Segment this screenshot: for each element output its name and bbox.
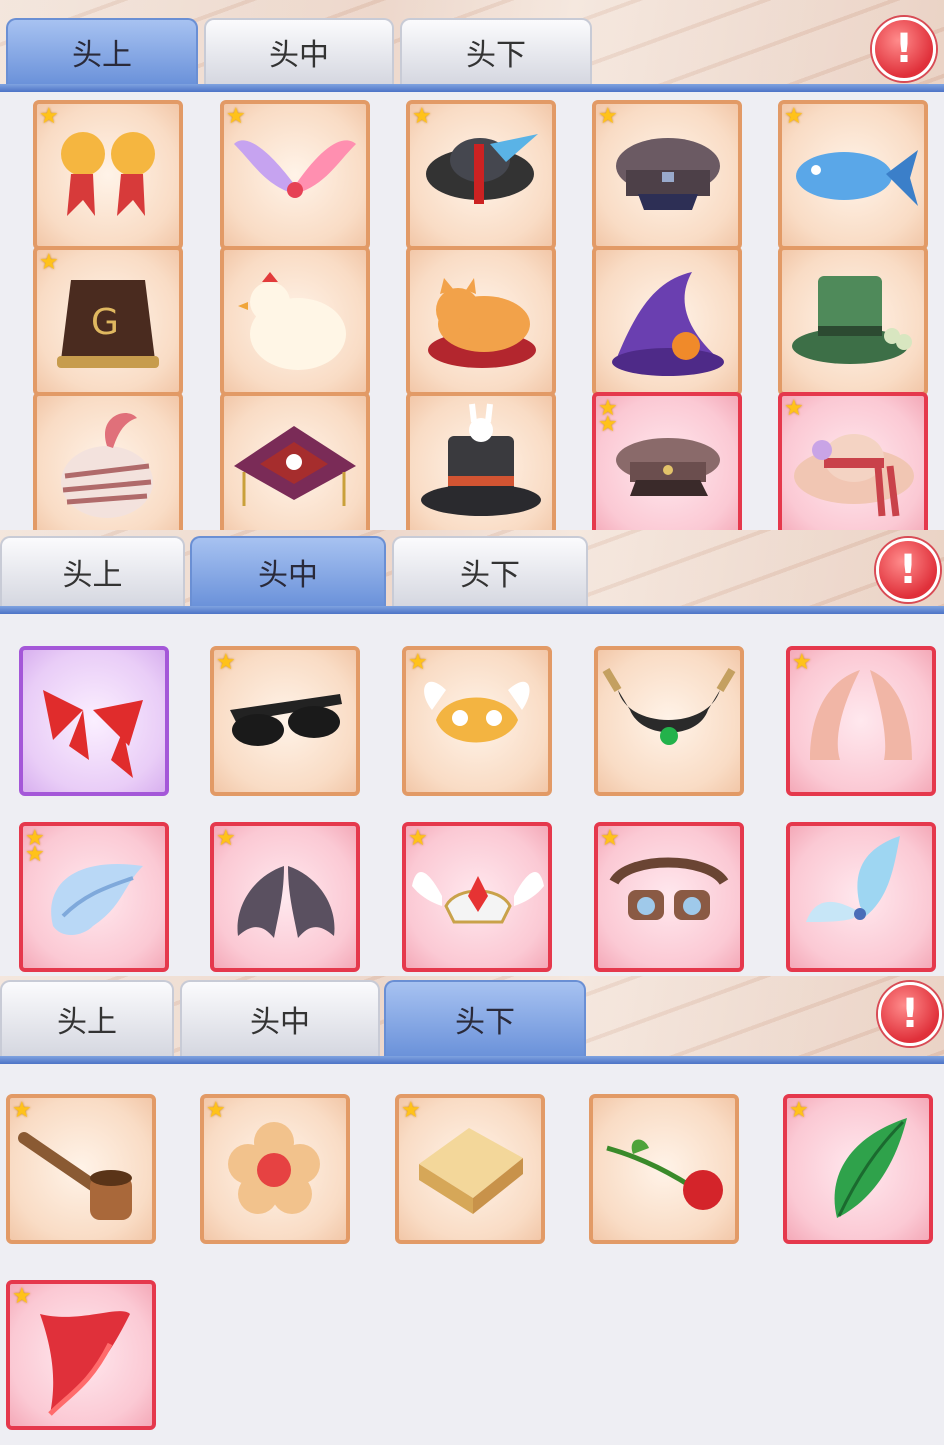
taoist-hat-icon [234,426,356,506]
alert-icon-glyph: ! [898,547,918,593]
item-card[interactable] [778,246,928,396]
item-card[interactable]: ★ [778,392,928,530]
alert-icon[interactable]: ! [876,538,940,602]
item-card[interactable]: ★ [395,1094,545,1244]
star-icon: ★ [216,826,236,851]
tab-head-middle[interactable]: 头中 [180,980,380,1056]
item-card[interactable]: ★ [406,100,556,250]
item-card[interactable]: ★ ★ [19,822,169,972]
item-card[interactable]: ★ [592,100,742,250]
star-icon: ★ [216,650,236,675]
tab-underline [0,1056,944,1064]
item-card[interactable] [220,392,370,530]
green-top-hat-icon [792,276,912,364]
svg-text:G: G [91,302,119,343]
chicken-icon [238,272,346,370]
item-card[interactable]: ★ [402,822,552,972]
tab-head-middle[interactable]: 头中 [204,18,394,84]
tab-underline [0,84,944,92]
star-icon: ★ [598,412,618,437]
witch-hat-icon [612,272,724,376]
item-card[interactable]: ★ [210,822,360,972]
item-card[interactable] [592,246,742,396]
item-card[interactable]: ★ [210,646,360,796]
tab-head-bottom[interactable]: 头下 [384,980,586,1056]
star-icon: ★ [784,104,804,129]
star-icon: ★ [784,396,804,421]
tab-head-top[interactable]: 头上 [0,980,174,1056]
equipment-panel: 头上 头中 头下! ★ ★ ★ ★ ★ [0,976,944,1445]
star-icon: ★ [226,104,246,129]
star-icon: ★ [598,104,618,129]
star-icon: ★ [408,650,428,675]
item-card[interactable]: ★ [6,1094,156,1244]
item-card[interactable] [594,646,744,796]
item-card[interactable]: G ★ [33,246,183,396]
tab-head-top[interactable]: 头上 [0,536,185,606]
crystal-wings-icon [806,836,900,922]
star-icon: ★ [39,250,59,275]
item-card[interactable]: ★ [783,1094,933,1244]
item-card[interactable] [220,246,370,396]
star-icon: ★ [12,1098,32,1123]
star-icon: ★ [39,104,59,129]
star-icon: ★ [789,1098,809,1123]
item-card[interactable]: ★ [33,100,183,250]
rose-icon [606,1139,723,1210]
star-icon: ★ [25,842,45,867]
star-icon: ★ [408,826,428,851]
star-icon: ★ [600,826,620,851]
tab-underline [0,606,944,614]
item-card[interactable]: ★ ★ [592,392,742,530]
equipment-panel: 头上 头中 头下! ★ ★ ★ ★ ★ ★ ★ ★ [0,530,944,976]
item-card[interactable]: ★ [594,822,744,972]
star-icon: ★ [12,1284,32,1309]
star-icon: ★ [792,650,812,675]
equipment-panel: 头上 头中 头下! ★ ★ ★ ★ ★ G ★ ★ ★ ★ [0,0,944,530]
alert-icon-glyph: ! [900,991,920,1037]
item-card[interactable] [786,822,936,972]
star-icon: ★ [412,104,432,129]
item-card[interactable]: ★ [6,1280,156,1430]
tab-head-bottom[interactable]: 头下 [392,536,588,606]
star-icon: ★ [401,1098,421,1123]
tab-head-bottom[interactable]: 头下 [400,18,592,84]
alert-icon[interactable]: ! [872,17,936,81]
sleeping-cat-icon [428,278,536,368]
item-card[interactable]: ★ [200,1094,350,1244]
item-card[interactable]: ★ [220,100,370,250]
star-icon: ★ [206,1098,226,1123]
tab-head-middle[interactable]: 头中 [190,536,386,606]
horned-circlet-icon [602,667,736,745]
item-card[interactable] [406,392,556,530]
item-card[interactable]: ★ [786,646,936,796]
item-card[interactable]: ★ [402,646,552,796]
alert-icon[interactable]: ! [878,982,942,1046]
item-card[interactable] [406,246,556,396]
alert-icon-glyph: ! [894,26,914,72]
item-card[interactable] [33,392,183,530]
tab-head-top[interactable]: 头上 [6,18,198,84]
item-card[interactable] [19,646,169,796]
item-card[interactable] [589,1094,739,1244]
red-bows-icon [43,690,143,778]
item-card[interactable]: ★ [778,100,928,250]
magician-hat-rabbit-icon [421,403,541,516]
turban-icon [61,413,153,518]
